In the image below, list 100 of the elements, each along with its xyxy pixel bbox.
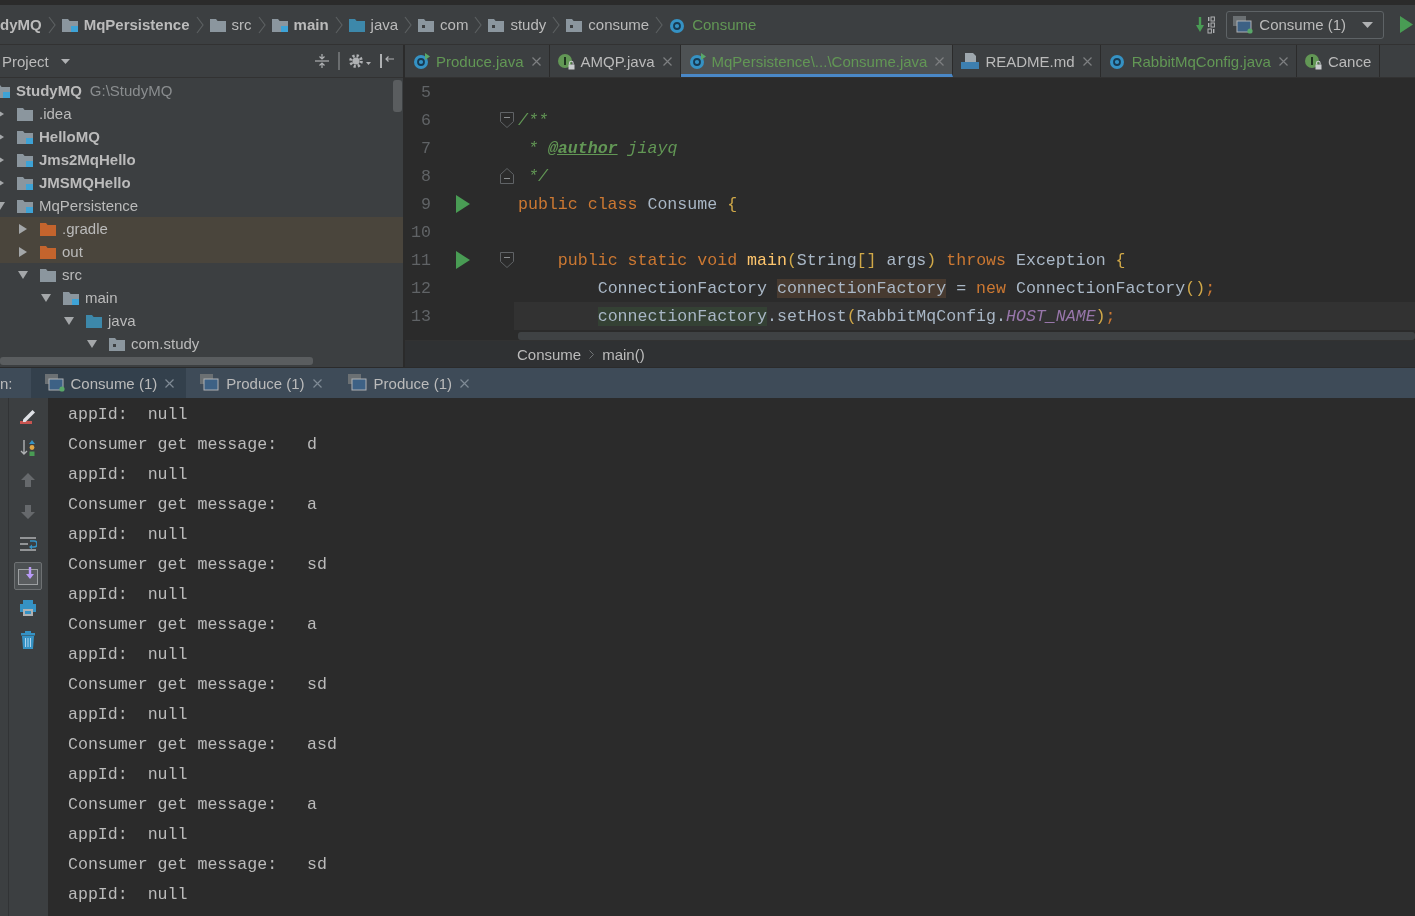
folder-icon (109, 336, 125, 351)
console-line: Consumer get message: sd (68, 674, 327, 696)
vertical-scrollbar[interactable] (393, 80, 402, 112)
disc-lock-icon (1304, 52, 1322, 70)
breadcrumb-item[interactable]: main() (602, 345, 645, 363)
line-number: 6 (420, 110, 431, 130)
run-tab[interactable]: Produce (1) (333, 368, 481, 398)
close-icon[interactable] (1278, 56, 1288, 66)
tree-item[interactable]: com.study (0, 332, 403, 355)
console-line: appId: null (68, 464, 188, 486)
chevron-icon (552, 15, 561, 34)
breadcrumb-item[interactable]: main (271, 16, 329, 33)
close-icon[interactable] (312, 378, 322, 388)
tree-item[interactable]: JMSMQHello (0, 171, 403, 194)
tree-item[interactable]: Jms2MqHello (0, 148, 403, 171)
tree-arrow-icon[interactable] (18, 223, 28, 234)
trash-icon (19, 631, 37, 649)
editor-tab[interactable]: Cance (1296, 45, 1381, 77)
breadcrumb-item[interactable]: consume (566, 16, 650, 33)
tree-item[interactable]: main (0, 286, 403, 309)
tree-item[interactable]: HelloMQ (0, 125, 403, 148)
close-icon[interactable] (459, 378, 469, 388)
console-line: Consumer get message: a (68, 794, 317, 816)
editor-tab[interactable]: README.md (953, 45, 1101, 77)
code-line: /** (518, 110, 548, 130)
close-icon[interactable] (662, 56, 672, 66)
breadcrumb-item[interactable]: dyMQ (0, 16, 42, 33)
breadcrumb-item[interactable]: java (348, 16, 399, 33)
breadcrumb-item[interactable]: Consume (517, 345, 582, 363)
run-tab[interactable]: Produce (1) (186, 368, 334, 398)
pencil-icon (19, 407, 37, 425)
panel-label: n: (0, 373, 13, 394)
breadcrumb-item[interactable]: MqPersistence (61, 16, 190, 33)
toolbar-button[interactable] (14, 562, 42, 590)
tree-item[interactable]: MqPersistence (0, 194, 403, 217)
fold-marker-icon[interactable] (500, 168, 514, 184)
run-icon[interactable] (1400, 16, 1413, 33)
code-line: public static void main(String[] args) throws Exception { (557, 250, 1126, 270)
console-line: Consumer get message: a (68, 494, 317, 516)
breadcrumb-item[interactable]: src (209, 16, 252, 33)
caret-icon (1362, 21, 1373, 28)
tree-item[interactable]: StudyMQ G:\StudyMQ (0, 79, 403, 102)
console-line: appId: null (68, 884, 188, 906)
tree-arrow-icon[interactable] (18, 246, 28, 257)
hide-panel-icon[interactable] (379, 53, 395, 69)
tree-arrow-icon[interactable] (87, 338, 97, 349)
chevron-icon (655, 15, 664, 34)
chevron-icon (257, 15, 266, 34)
caret-icon (60, 58, 70, 64)
console-line: Consumer get message: sd (68, 554, 327, 576)
run-tab[interactable]: Consume (1) (30, 368, 187, 398)
line-number: 10 (410, 222, 431, 242)
tree-item[interactable]: java (0, 309, 403, 332)
console-line: Consumer get message: d (68, 434, 317, 456)
breadcrumb-item[interactable]: Consume (669, 16, 757, 33)
code-line: */ (527, 166, 548, 186)
console-line: appId: null (68, 404, 188, 426)
folder-icon (86, 313, 102, 328)
console-line: Consumer get message: asd (68, 734, 337, 756)
tree-arrow-icon[interactable] (41, 292, 51, 303)
editor-tab[interactable]: RabbitMqConfig.java (1100, 45, 1297, 77)
fold-marker-icon[interactable] (500, 252, 514, 268)
console-line: Consumer get message: a (68, 614, 317, 636)
code-line: public class Consume { (518, 194, 738, 214)
disc-lock-icon (557, 52, 575, 70)
close-icon[interactable] (165, 378, 175, 388)
tree-item[interactable]: src (0, 263, 403, 286)
folder-icon (17, 152, 33, 167)
sort-icon (19, 439, 37, 457)
breadcrumb-item[interactable]: study (488, 16, 547, 33)
run-icon[interactable] (456, 195, 470, 213)
line-number: 7 (420, 138, 431, 158)
close-icon[interactable] (1082, 56, 1092, 66)
code-line: ConnectionFactory connectionFactory = new ConnectionFactory(); (597, 278, 1216, 298)
run-icon[interactable] (456, 251, 470, 269)
run-config-dropdown[interactable]: Consume (1) (1226, 10, 1384, 39)
tree-item[interactable]: .idea (0, 102, 403, 125)
collapse-all-icon[interactable] (314, 53, 330, 69)
folder-icon (17, 129, 33, 144)
horizontal-scrollbar[interactable] (0, 357, 313, 365)
folder-icon (488, 17, 505, 32)
gear-icon[interactable] (348, 53, 371, 69)
close-icon[interactable] (531, 56, 541, 66)
chevron-icon (334, 15, 343, 34)
tree-arrow-icon[interactable] (18, 269, 28, 280)
folder-icon (418, 17, 435, 32)
fold-marker-icon[interactable] (500, 112, 514, 128)
project-view-dropdown[interactable]: Project (2, 52, 70, 70)
editor-tab[interactable]: Produce.java (405, 45, 550, 77)
up-arrow-icon (20, 472, 36, 488)
folder-icon (63, 290, 79, 305)
chevron-icon (47, 15, 56, 34)
horizontal-scrollbar[interactable] (518, 332, 1415, 340)
folder-icon (271, 17, 288, 32)
ring-icon (669, 16, 687, 33)
tree-arrow-icon[interactable] (64, 315, 74, 326)
editor-tab[interactable]: AMQP.java (549, 45, 681, 77)
breadcrumb-item[interactable]: com (418, 16, 469, 33)
tree-item[interactable]: .gradle (0, 217, 403, 240)
tree-item[interactable]: out (0, 240, 403, 263)
